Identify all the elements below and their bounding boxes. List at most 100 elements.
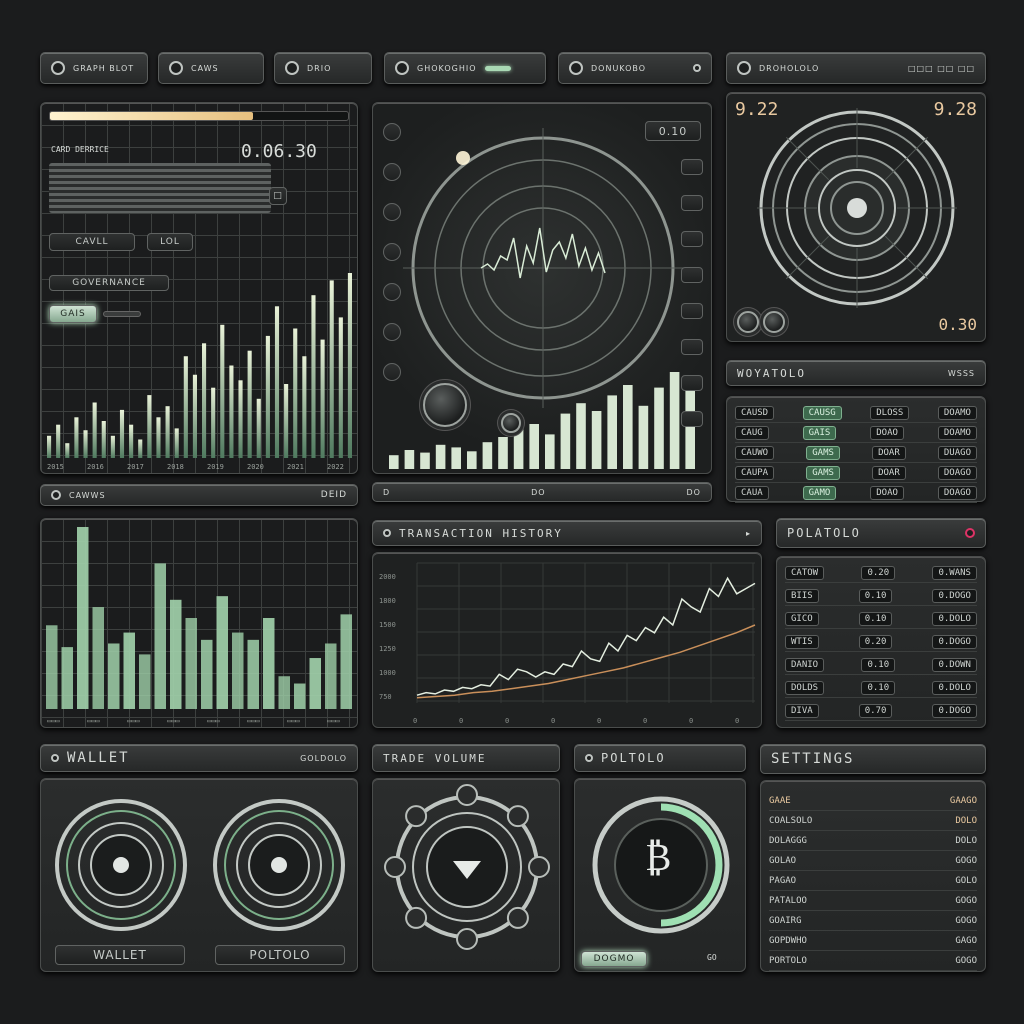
radar-right-button[interactable]: [681, 195, 703, 211]
radar-left-button[interactable]: [383, 243, 401, 261]
polatolo-row[interactable]: DANIO 0.10 0.DOWN: [785, 655, 977, 675]
gauge-knob-right[interactable]: [763, 311, 785, 333]
transactions-chart-panel: 2000 1800 1500 1250 1000 750 0 0 0 0 0 0 0 0: [372, 552, 762, 728]
polatolo-cell: WTIS: [785, 634, 819, 649]
polatolo-cell: 0.DOLO: [932, 611, 977, 626]
close-icon[interactable]: [965, 528, 975, 538]
radar-left-button[interactable]: [383, 363, 401, 381]
polatolo-row[interactable]: CATOW 0.20 0.WANS: [785, 563, 977, 583]
x-tick-label: 2018: [167, 463, 184, 471]
radar-right-button[interactable]: [681, 339, 703, 355]
top-tab-droholo[interactable]: DROHOLOLO □□□ □□ □□: [726, 52, 986, 84]
left-bar: [265, 335, 270, 458]
polatolo-title: POLATOLO: [787, 526, 861, 540]
woyatolo-row[interactable]: CAUWO GAMS DOAR DUAGO: [735, 443, 977, 463]
top-tab-caws[interactable]: CAWS: [158, 52, 264, 84]
coin-button-label: DOGMO: [593, 954, 635, 964]
woyatolo-cell: CAUA: [735, 485, 769, 500]
woyatolo-row[interactable]: CAUPA GAMS DOAR DOAGO: [735, 463, 977, 483]
tx-x-tick: 0: [643, 717, 647, 725]
status-value: DEID: [320, 490, 347, 500]
settings-row[interactable]: DOLAGGG DOLO: [769, 831, 977, 851]
woyatolo-cell: CAUPA: [735, 465, 775, 480]
radar-base-bar: [513, 429, 524, 469]
settings-row-value: GOLO: [955, 875, 977, 886]
radar-right-button[interactable]: [681, 231, 703, 247]
volume-bar: [123, 632, 135, 709]
settings-row[interactable]: PORTOLO GOGO: [769, 951, 977, 971]
top-tab-donukobo[interactable]: DONUKOBO: [558, 52, 712, 84]
settings-header: SETTINGS: [760, 744, 986, 774]
tab-label: CAWS: [191, 63, 219, 73]
polatolo-cell: 0.DOWN: [932, 657, 977, 672]
settings-row[interactable]: PATALOO GOGO: [769, 891, 977, 911]
tx-x-tick: 0: [597, 717, 601, 725]
radar-glint: [456, 151, 470, 165]
polatolo-cell: 0.10: [858, 588, 893, 603]
left-bar: [256, 398, 261, 458]
polatolo-row[interactable]: WTIS 0.20 0.DOGO: [785, 632, 977, 652]
volume-bar: [247, 639, 259, 709]
volume-bar: [61, 647, 73, 709]
settings-row[interactable]: GOPDWHO GAGO: [769, 931, 977, 951]
settings-panel: GAAE GAAGO COALSOLO DOLO DOLAGGG DOLO GOLAO GOG…: [760, 780, 986, 972]
radar-right-button[interactable]: [681, 303, 703, 319]
tx-y-tick: 1000: [379, 669, 396, 677]
woyatolo-row[interactable]: CAUG GAIS DOAO DOAMO: [735, 423, 977, 443]
polatolo-row[interactable]: BIIS 0.10 0.DOGO: [785, 586, 977, 606]
portfolio-button[interactable]: POLTOLO: [215, 945, 345, 965]
radar-left-button[interactable]: [383, 163, 401, 181]
woyatolo-cell: DOAO: [870, 485, 904, 500]
radar-left-button[interactable]: [383, 323, 401, 341]
settings-row[interactable]: GAAE GAAGO: [769, 791, 977, 811]
radar-right-button[interactable]: [681, 159, 703, 175]
tab-label: DRIO: [307, 63, 332, 73]
volume-bar: [185, 618, 197, 709]
polatolo-cell: 0.DOLO: [932, 680, 977, 695]
top-tab-graph[interactable]: GRAPH BLOT: [40, 52, 148, 84]
left-bar: [183, 356, 188, 458]
polatolo-cell: 0.DOGO: [932, 634, 977, 649]
radar-base-bar: [498, 437, 508, 469]
volume-bar: [278, 676, 290, 709]
radar-left-button[interactable]: [383, 283, 401, 301]
left-bar: [56, 424, 61, 458]
top-tab-ghokoghio[interactable]: GHOKOGHIO: [384, 52, 546, 84]
woyatolo-row[interactable]: CAUA GAMO DOAO DOAGO: [735, 483, 977, 503]
coin-button[interactable]: DOGMO: [581, 951, 647, 967]
left-bar: [238, 380, 243, 458]
settings-row[interactable]: GOAIRG GOGO: [769, 911, 977, 931]
volume-bar: [92, 607, 104, 709]
gauge-knob-left[interactable]: [737, 311, 759, 333]
radar-base-bar: [576, 403, 586, 469]
settings-row[interactable]: GOLAO GOGO: [769, 851, 977, 871]
volume-bar: [216, 596, 228, 709]
radar-main-knob[interactable]: [423, 383, 467, 427]
volume-panel: ▭▭▭ ▭▭▭ ▭▭▭ ▭▭▭ ▭▭▭ ▭▭▭ ▭▭▭ ▭▭▭: [40, 518, 358, 728]
polatolo-row[interactable]: GICO 0.10 0.DOLO: [785, 609, 977, 629]
polatolo-row[interactable]: DOLDS 0.10 0.DOLO: [785, 678, 977, 698]
wallet-panel: WALLET POLTOLO: [40, 778, 358, 972]
radar-left-button[interactable]: [383, 203, 401, 221]
radar-left-button[interactable]: [383, 123, 401, 141]
radar-small-knob[interactable]: [501, 413, 521, 433]
polatolo-row[interactable]: DIVA 0.70 0.DOGO: [785, 701, 977, 721]
radar-right-button[interactable]: [681, 267, 703, 283]
woyatolo-row[interactable]: CAUSD CAUSG DLOSS DOAMO: [735, 403, 977, 423]
volume-bar: [77, 527, 89, 709]
x-tick-label: 2015: [47, 463, 64, 471]
top-tab-drio[interactable]: DRIO: [274, 52, 372, 84]
volume-x-tick: ▭▭▭: [87, 717, 100, 725]
radar-panel: 0.10: [372, 102, 712, 474]
analytics-panel: CARD DERRICE 0.06.30 □ CAVLL LOL GOVERNA…: [40, 102, 358, 474]
volume-bar-chart: ▭▭▭ ▭▭▭ ▭▭▭ ▭▭▭ ▭▭▭ ▭▭▭ ▭▭▭ ▭▭▭: [46, 527, 352, 725]
wallet-button[interactable]: WALLET: [55, 945, 185, 965]
transactions-menu-icon[interactable]: ▸: [746, 529, 751, 538]
left-bar: [147, 395, 152, 458]
radar-right-button[interactable]: [681, 375, 703, 391]
settings-row[interactable]: COALSOLO DOLO: [769, 811, 977, 831]
polatolo-cell: 0.WANS: [932, 565, 977, 580]
tab-label: DROHOLOLO: [759, 63, 820, 73]
radar-right-button[interactable]: [681, 411, 703, 427]
settings-row[interactable]: PAGAO GOLO: [769, 871, 977, 891]
